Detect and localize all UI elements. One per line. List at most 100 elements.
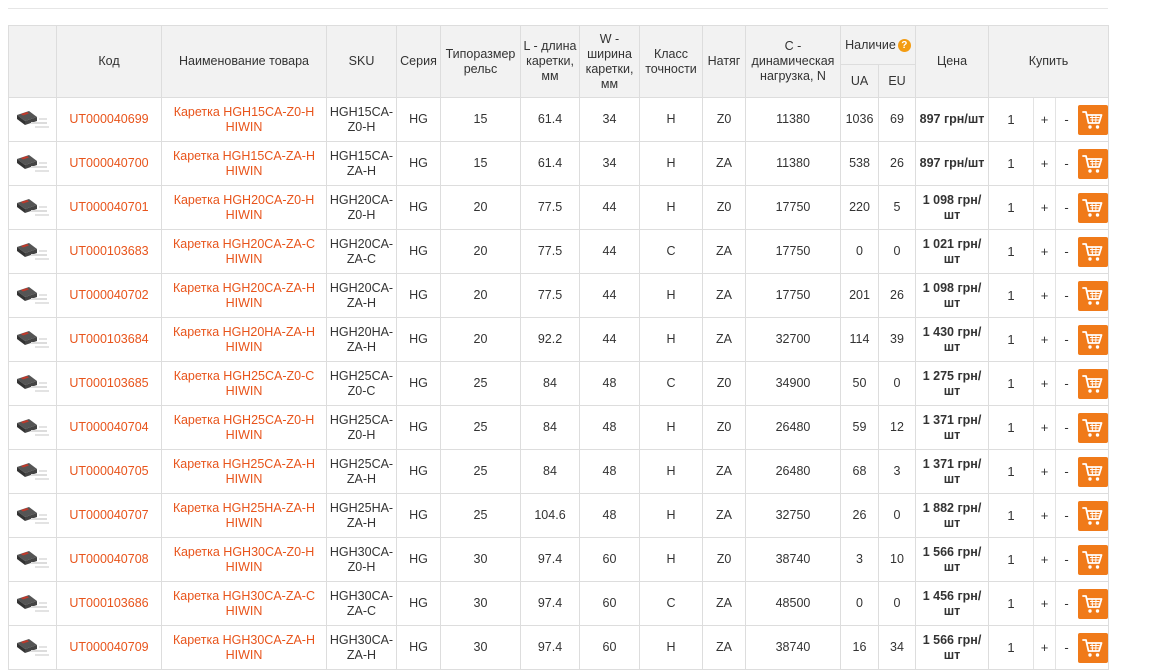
decrement-button[interactable]: -: [1056, 450, 1077, 493]
product-name-link[interactable]: Каретка HGH25HA-ZA-H HIWIN: [173, 501, 315, 530]
decrement-button[interactable]: -: [1056, 362, 1077, 405]
question-circle-icon[interactable]: ?: [898, 39, 911, 52]
product-thumbnail[interactable]: [13, 193, 53, 223]
product-thumbnail-cell[interactable]: [9, 626, 57, 670]
product-thumbnail-cell[interactable]: [9, 230, 57, 274]
product-code-link[interactable]: UT000040701: [69, 200, 148, 214]
product-code-link[interactable]: UT000040707: [69, 508, 148, 522]
add-to-cart-button[interactable]: [1078, 325, 1108, 355]
product-thumbnail[interactable]: [13, 105, 53, 135]
quantity-input[interactable]: 1: [989, 582, 1034, 625]
product-code-link[interactable]: UT000040699: [69, 112, 148, 126]
product-name-link[interactable]: Каретка HGH25CA-Z0-C HIWIN: [174, 369, 315, 398]
quantity-input[interactable]: 1: [989, 406, 1034, 449]
add-to-cart-button[interactable]: [1078, 589, 1108, 619]
add-to-cart-button[interactable]: [1078, 545, 1108, 575]
product-thumbnail-cell[interactable]: [9, 538, 57, 582]
product-thumbnail[interactable]: [13, 457, 53, 487]
product-thumbnail[interactable]: [13, 413, 53, 443]
add-to-cart-button[interactable]: [1078, 457, 1108, 487]
product-name-link[interactable]: Каретка HGH25CA-Z0-H HIWIN: [174, 413, 315, 442]
product-thumbnail[interactable]: [13, 237, 53, 267]
increment-button[interactable]: +: [1034, 450, 1056, 493]
product-thumbnail-cell[interactable]: [9, 142, 57, 186]
product-thumbnail[interactable]: [13, 149, 53, 179]
increment-button[interactable]: +: [1034, 230, 1056, 273]
increment-button[interactable]: +: [1034, 186, 1056, 229]
product-code-link[interactable]: UT000040702: [69, 288, 148, 302]
add-to-cart-button[interactable]: [1078, 193, 1108, 223]
product-name-link[interactable]: Каретка HGH30CA-ZA-C HIWIN: [173, 589, 315, 618]
quantity-input[interactable]: 1: [989, 230, 1034, 273]
quantity-input[interactable]: 1: [989, 626, 1034, 669]
increment-button[interactable]: +: [1034, 582, 1056, 625]
product-thumbnail[interactable]: [13, 545, 53, 575]
quantity-input[interactable]: 1: [989, 142, 1034, 185]
product-thumbnail-cell[interactable]: [9, 494, 57, 538]
product-thumbnail-cell[interactable]: [9, 98, 57, 142]
increment-button[interactable]: +: [1034, 494, 1056, 537]
quantity-input[interactable]: 1: [989, 362, 1034, 405]
product-thumbnail[interactable]: [13, 501, 53, 531]
increment-button[interactable]: +: [1034, 98, 1056, 141]
product-code-link[interactable]: UT000040705: [69, 464, 148, 478]
product-name-link[interactable]: Каретка HGH20CA-ZA-H HIWIN: [173, 281, 315, 310]
product-code-link[interactable]: UT000103686: [69, 596, 148, 610]
quantity-input[interactable]: 1: [989, 450, 1034, 493]
decrement-button[interactable]: -: [1056, 274, 1077, 317]
increment-button[interactable]: +: [1034, 538, 1056, 581]
product-code-link[interactable]: UT000040708: [69, 552, 148, 566]
product-thumbnail-cell[interactable]: [9, 582, 57, 626]
product-name-link[interactable]: Каретка HGH30CA-Z0-H HIWIN: [174, 545, 315, 574]
product-name-link[interactable]: Каретка HGH20CA-ZA-C HIWIN: [173, 237, 315, 266]
product-name-link[interactable]: Каретка HGH30CA-ZA-H HIWIN: [173, 633, 315, 662]
product-name-link[interactable]: Каретка HGH20CA-Z0-H HIWIN: [174, 193, 315, 222]
decrement-button[interactable]: -: [1056, 142, 1077, 185]
product-code-link[interactable]: UT000040709: [69, 640, 148, 654]
product-thumbnail-cell[interactable]: [9, 274, 57, 318]
product-code-link[interactable]: UT000103684: [69, 332, 148, 346]
decrement-button[interactable]: -: [1056, 538, 1077, 581]
product-thumbnail[interactable]: [13, 369, 53, 399]
product-name-link[interactable]: Каретка HGH15CA-ZA-H HIWIN: [173, 149, 315, 178]
add-to-cart-button[interactable]: [1078, 413, 1108, 443]
decrement-button[interactable]: -: [1056, 494, 1077, 537]
decrement-button[interactable]: -: [1056, 186, 1077, 229]
product-name-link[interactable]: Каретка HGH15CA-Z0-H HIWIN: [174, 105, 315, 134]
increment-button[interactable]: +: [1034, 318, 1056, 361]
add-to-cart-button[interactable]: [1078, 149, 1108, 179]
quantity-input[interactable]: 1: [989, 98, 1034, 141]
quantity-input[interactable]: 1: [989, 318, 1034, 361]
increment-button[interactable]: +: [1034, 274, 1056, 317]
add-to-cart-button[interactable]: [1078, 501, 1108, 531]
product-thumbnail-cell[interactable]: [9, 186, 57, 230]
product-thumbnail-cell[interactable]: [9, 450, 57, 494]
add-to-cart-button[interactable]: [1078, 281, 1108, 311]
quantity-input[interactable]: 1: [989, 186, 1034, 229]
product-name-link[interactable]: Каретка HGH25CA-ZA-H HIWIN: [173, 457, 315, 486]
decrement-button[interactable]: -: [1056, 230, 1077, 273]
product-thumbnail[interactable]: [13, 633, 53, 663]
product-thumbnail[interactable]: [13, 589, 53, 619]
decrement-button[interactable]: -: [1056, 98, 1077, 141]
increment-button[interactable]: +: [1034, 626, 1056, 669]
add-to-cart-button[interactable]: [1078, 369, 1108, 399]
product-code-link[interactable]: UT000103683: [69, 244, 148, 258]
decrement-button[interactable]: -: [1056, 406, 1077, 449]
quantity-input[interactable]: 1: [989, 538, 1034, 581]
product-thumbnail[interactable]: [13, 325, 53, 355]
product-thumbnail-cell[interactable]: [9, 362, 57, 406]
quantity-input[interactable]: 1: [989, 494, 1034, 537]
increment-button[interactable]: +: [1034, 142, 1056, 185]
product-thumbnail[interactable]: [13, 281, 53, 311]
product-code-link[interactable]: UT000040704: [69, 420, 148, 434]
quantity-input[interactable]: 1: [989, 274, 1034, 317]
add-to-cart-button[interactable]: [1078, 105, 1108, 135]
add-to-cart-button[interactable]: [1078, 633, 1108, 663]
product-thumbnail-cell[interactable]: [9, 318, 57, 362]
increment-button[interactable]: +: [1034, 406, 1056, 449]
decrement-button[interactable]: -: [1056, 318, 1077, 361]
decrement-button[interactable]: -: [1056, 626, 1077, 669]
decrement-button[interactable]: -: [1056, 582, 1077, 625]
product-code-link[interactable]: UT000103685: [69, 376, 148, 390]
